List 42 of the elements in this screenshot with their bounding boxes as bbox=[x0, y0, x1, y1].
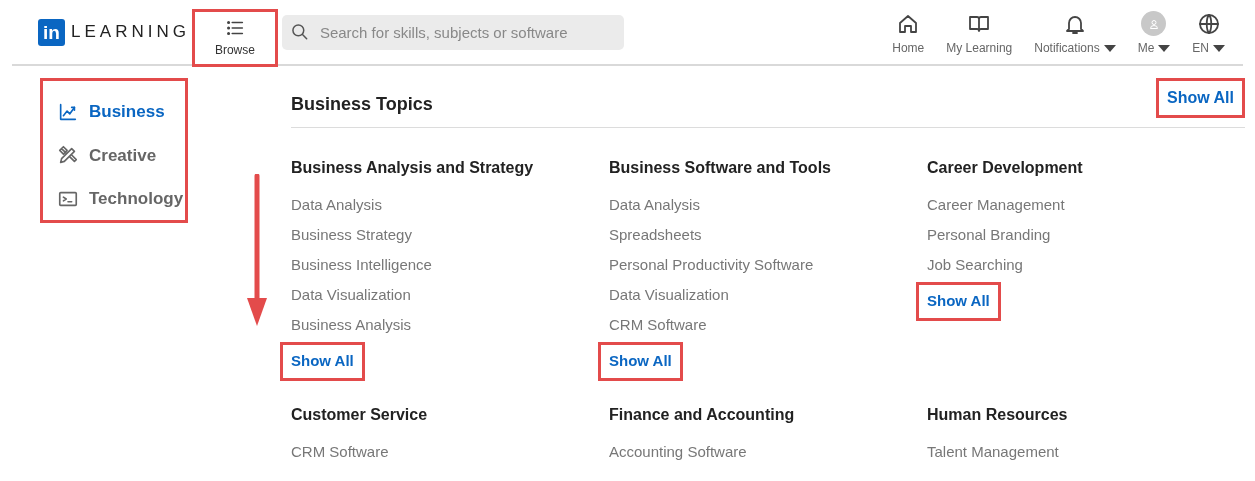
category-heading: Career Development bbox=[927, 158, 1083, 178]
nav-globe-button[interactable]: EN bbox=[1192, 12, 1225, 57]
nav-book-button[interactable]: My Learning bbox=[946, 12, 1013, 57]
topic-link[interactable]: Data Visualization bbox=[291, 280, 411, 310]
search-icon bbox=[289, 21, 310, 42]
topic-link[interactable]: Personal Branding bbox=[927, 220, 1051, 250]
topic-link[interactable]: Talent Management bbox=[927, 436, 1059, 467]
search-field[interactable]: Search for skills, subjects or software bbox=[281, 14, 624, 50]
topic-link[interactable]: Spreadsheets bbox=[609, 220, 702, 250]
sidebar-item[interactable]: Business bbox=[57, 99, 185, 125]
nav-home-button[interactable]: Home bbox=[892, 12, 925, 57]
category-heading: Human Resources bbox=[927, 404, 1068, 425]
globe-icon bbox=[1196, 12, 1221, 36]
topic-link[interactable]: CRM Software bbox=[609, 310, 707, 340]
avatar-icon bbox=[1141, 11, 1167, 36]
section-title: Business Topics bbox=[291, 93, 433, 116]
topic-link[interactable]: Business Intelligence bbox=[291, 250, 432, 280]
topic-link[interactable]: Job Searching bbox=[927, 250, 1023, 280]
topic-link[interactable]: Business Strategy bbox=[291, 220, 412, 250]
nav-bell-button[interactable]: Notifications bbox=[1034, 12, 1116, 57]
topic-link[interactable]: Accounting Software bbox=[609, 436, 747, 467]
topic-link[interactable]: Data Analysis bbox=[609, 190, 700, 220]
browse-button[interactable]: Browse bbox=[191, 9, 278, 67]
category-heading: Customer Service bbox=[291, 404, 428, 425]
logo-text[interactable]: LEARNING bbox=[71, 19, 190, 45]
category-heading: Finance and Accounting bbox=[609, 404, 795, 425]
category-heading: Business Analysis and Strategy bbox=[291, 158, 534, 178]
topic-link[interactable]: Personal Productivity Software bbox=[609, 250, 814, 280]
topic-link[interactable]: Career Management bbox=[927, 190, 1065, 220]
show-all-link[interactable]: Show All bbox=[598, 342, 683, 381]
category-heading: Business Software and Tools bbox=[609, 158, 831, 178]
topic-link[interactable]: CRM Software bbox=[291, 436, 389, 467]
logo-badge[interactable]: in bbox=[38, 18, 65, 46]
nav-profile-button[interactable]: Me bbox=[1137, 11, 1171, 57]
topic-link[interactable]: Business Analysis bbox=[291, 310, 412, 340]
sidebar-item[interactable]: Creative bbox=[57, 142, 185, 168]
show-all-link[interactable]: Show All bbox=[280, 342, 365, 381]
sidebar-item[interactable]: Technology bbox=[57, 186, 185, 212]
topic-link[interactable]: Data Visualization bbox=[609, 280, 729, 310]
topic-link[interactable]: Data Analysis bbox=[291, 190, 382, 220]
show-all-link[interactable]: Show All bbox=[916, 282, 1001, 321]
show-all-link[interactable]: Show All bbox=[1156, 77, 1245, 118]
